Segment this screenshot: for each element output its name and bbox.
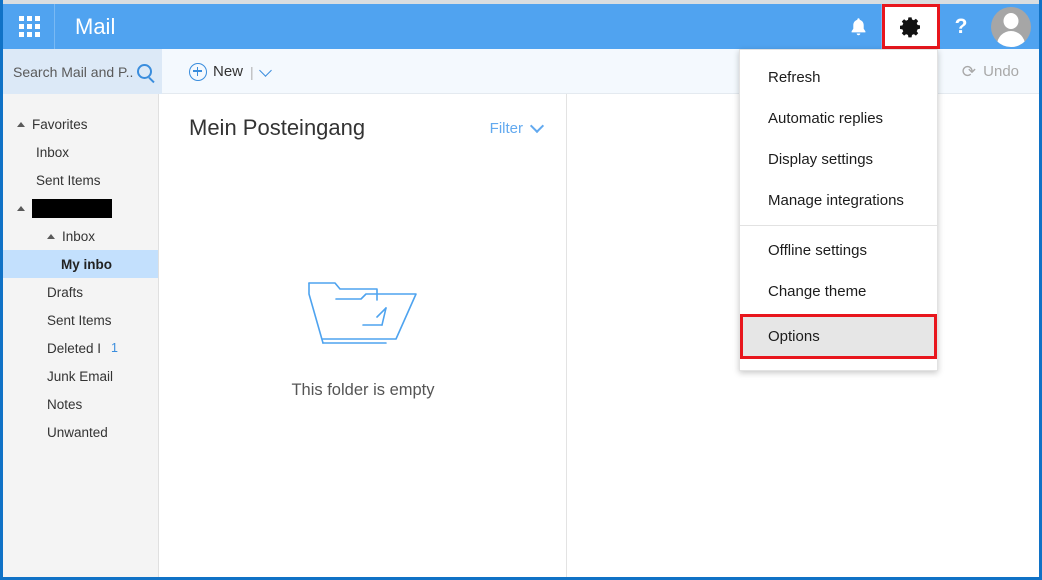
message-list-header: Mein Posteingang Filter [160, 94, 566, 162]
sidebar-item-label: Drafts [47, 285, 83, 300]
chevron-up-icon[interactable] [17, 206, 25, 211]
menu-item-label: Display settings [768, 151, 873, 168]
sidebar-item-label: Junk Email [47, 369, 113, 384]
sidebar-item[interactable]: Notes [3, 390, 158, 418]
sidebar-item-label: Sent Items [36, 173, 101, 188]
settings-gear-icon[interactable] [882, 4, 940, 49]
sidebar-item[interactable]: Sent Items [3, 166, 158, 194]
menu-item-label: Offline settings [768, 242, 867, 259]
menu-item[interactable]: Display settings [740, 139, 937, 180]
sidebar-item-label: Notes [47, 397, 82, 412]
sidebar-item[interactable]: Junk Email [3, 362, 158, 390]
notification-bell-icon[interactable] [834, 4, 882, 49]
sidebar-item[interactable]: Unwanted [3, 418, 158, 446]
sidebar-item-label: Inbox [62, 229, 95, 244]
search-input[interactable] [11, 63, 135, 81]
menu-item-label: Change theme [768, 283, 866, 300]
sidebar-item-label: Sent Items [47, 313, 112, 328]
menu-item[interactable]: Offline settings [740, 230, 937, 271]
circle-plus-icon [189, 63, 207, 81]
waffle-grid [19, 16, 40, 37]
application-window: Mail ? [0, 0, 1042, 580]
sidebar-item-label: Unwanted [47, 425, 108, 440]
sidebar-item-label: My inbo [61, 257, 112, 272]
new-button-label: New [213, 63, 243, 80]
empty-folder-text: This folder is empty [160, 381, 566, 400]
message-list-pane: Mein Posteingang Filter This folder is e… [160, 94, 567, 577]
sidebar-item[interactable]: Inbox [3, 222, 158, 250]
menu-item-label: Manage integrations [768, 192, 904, 209]
sidebar-item[interactable]: Favorites [3, 110, 158, 138]
filter-button-label: Filter [490, 120, 523, 137]
empty-folder-state: This folder is empty [160, 274, 566, 400]
empty-folder-icon [298, 274, 428, 354]
menu-separator [740, 225, 937, 226]
folder-sidebar[interactable]: Favorites Inbox Sent Items Inbox My inbo Draf… [3, 94, 159, 577]
undo-arrow-icon: ⟲ [962, 62, 976, 82]
app-title: Mail [55, 4, 834, 49]
sidebar-item[interactable]: Drafts [3, 278, 158, 306]
menu-item-label: Automatic replies [768, 110, 883, 127]
sidebar-item[interactable]: My inbo [3, 250, 158, 278]
chevron-up-icon[interactable] [17, 122, 25, 127]
sidebar-item-label: Deleted I [47, 341, 101, 356]
sidebar-item[interactable]: Sent Items [3, 306, 158, 334]
sidebar-item[interactable] [3, 194, 158, 222]
menu-item[interactable]: Change theme [740, 271, 937, 312]
sidebar-item[interactable]: Deleted I 1 [3, 334, 158, 362]
help-button[interactable]: ? [940, 4, 982, 49]
new-button-divider: | [250, 64, 254, 80]
menu-item-label: Options [768, 328, 820, 345]
menu-item[interactable]: Refresh [740, 57, 937, 98]
undo-button-label: Undo [983, 63, 1019, 80]
unread-count-badge: 1 [111, 341, 118, 355]
new-mail-button[interactable]: New | [189, 49, 270, 94]
menu-item-label: Refresh [768, 69, 821, 86]
sidebar-item-label: Inbox [36, 145, 69, 160]
sidebar-item-label: Favorites [32, 117, 88, 132]
chevron-down-icon[interactable] [259, 64, 272, 77]
user-avatar-icon[interactable] [982, 4, 1039, 49]
magnifier-icon[interactable] [137, 64, 152, 79]
menu-item[interactable]: Manage integrations [740, 180, 937, 221]
undo-button[interactable]: ⟲ Undo [948, 49, 1033, 94]
sidebar-item[interactable]: Inbox [3, 138, 158, 166]
chevron-down-icon [530, 119, 544, 133]
menu-item[interactable]: Options [740, 314, 937, 359]
filter-button[interactable]: Filter [490, 120, 542, 137]
settings-dropdown-menu[interactable]: Refresh Automatic replies Display settings… [739, 49, 938, 371]
redacted-account-name [32, 199, 112, 218]
app-launcher-waffle-icon[interactable] [3, 4, 55, 49]
avatar [991, 7, 1031, 47]
chevron-up-icon[interactable] [47, 234, 55, 239]
search-box[interactable] [3, 49, 162, 94]
page-title: Mein Posteingang [189, 115, 490, 141]
top-navigation-bar: Mail ? [3, 4, 1039, 49]
menu-item[interactable]: Automatic replies [740, 98, 937, 139]
